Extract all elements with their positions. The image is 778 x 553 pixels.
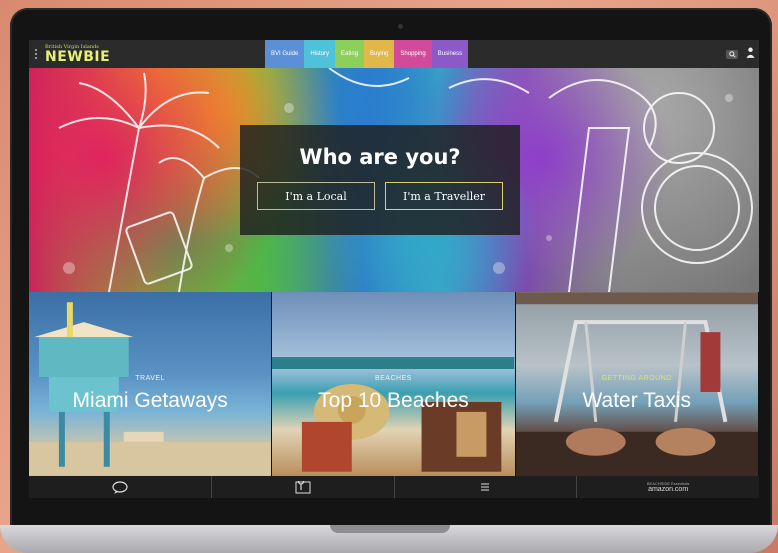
browser-screen: British Virgin Islands NEWBIE BVI Guide … xyxy=(29,40,759,498)
beach-image xyxy=(272,357,515,472)
hero-banner: Who are you? I'm a Local I'm a Traveller xyxy=(29,68,759,292)
logo-name: NEWBIE xyxy=(45,48,111,65)
tab-history[interactable]: History xyxy=(304,40,336,68)
nav-tabs: BVI Guide History Eating Buying Shopping… xyxy=(265,40,469,68)
menu-icon[interactable] xyxy=(31,40,41,68)
tile-miami-getaways[interactable]: TRAVEL Miami Getaways xyxy=(29,292,273,476)
amazon-link: BEACHSIDE Essentials amazon.com xyxy=(647,481,689,493)
tile-title: Miami Getaways xyxy=(72,389,228,412)
tile-category: GETTING AROUND xyxy=(601,375,672,382)
tile-top-10-beaches[interactable]: BEACHES Top 10 Beaches xyxy=(272,292,516,476)
tile-category: BEACHES xyxy=(374,375,412,382)
directory-icon xyxy=(481,483,490,490)
bottom-item-amazon[interactable]: BEACHSIDE Essentials amazon.com xyxy=(577,476,759,498)
who-are-you-panel: Who are you? I'm a Local I'm a Traveller xyxy=(240,125,520,235)
tab-buying[interactable]: Buying xyxy=(364,40,395,68)
user-icon[interactable] xyxy=(746,45,755,63)
feature-tiles: TRAVEL Miami Getaways BEACHES Top 10 Bea… xyxy=(29,292,759,476)
top-nav: British Virgin Islands NEWBIE BVI Guide … xyxy=(29,40,759,68)
bottom-item-map[interactable] xyxy=(212,476,395,498)
logo[interactable]: British Virgin Islands NEWBIE xyxy=(45,44,111,65)
webcam xyxy=(398,24,403,29)
tile-title: Top 10 Beaches xyxy=(318,389,469,412)
local-button[interactable]: I'm a Local xyxy=(257,182,375,210)
laptop-base xyxy=(0,525,778,553)
bottom-bar: BEACHSIDE Essentials amazon.com xyxy=(29,476,759,498)
traveller-button[interactable]: I'm a Traveller xyxy=(385,182,503,210)
lifeguard-tower-image xyxy=(29,302,272,476)
search-icon[interactable] xyxy=(726,49,738,59)
tab-eating[interactable]: Eating xyxy=(335,40,365,68)
bottom-item-chat[interactable] xyxy=(29,476,212,498)
laptop-notch xyxy=(330,525,450,533)
tab-bvi-guide[interactable]: BVI Guide xyxy=(265,40,305,68)
tile-water-taxis[interactable]: GETTING AROUND Water Taxis xyxy=(515,292,759,476)
who-title: Who are you? xyxy=(299,145,461,169)
tab-business[interactable]: Business xyxy=(431,40,469,68)
chat-icon xyxy=(112,480,128,494)
amazon-label: amazon.com xyxy=(648,485,689,493)
top-icons xyxy=(726,40,755,68)
tile-title: Water Taxis xyxy=(582,389,691,412)
tab-shopping[interactable]: Shopping xyxy=(394,40,432,68)
bottom-item-directory[interactable] xyxy=(395,476,578,498)
tile-category: TRAVEL xyxy=(135,375,165,382)
boat-image xyxy=(515,292,758,476)
map-pin-icon xyxy=(295,480,311,493)
